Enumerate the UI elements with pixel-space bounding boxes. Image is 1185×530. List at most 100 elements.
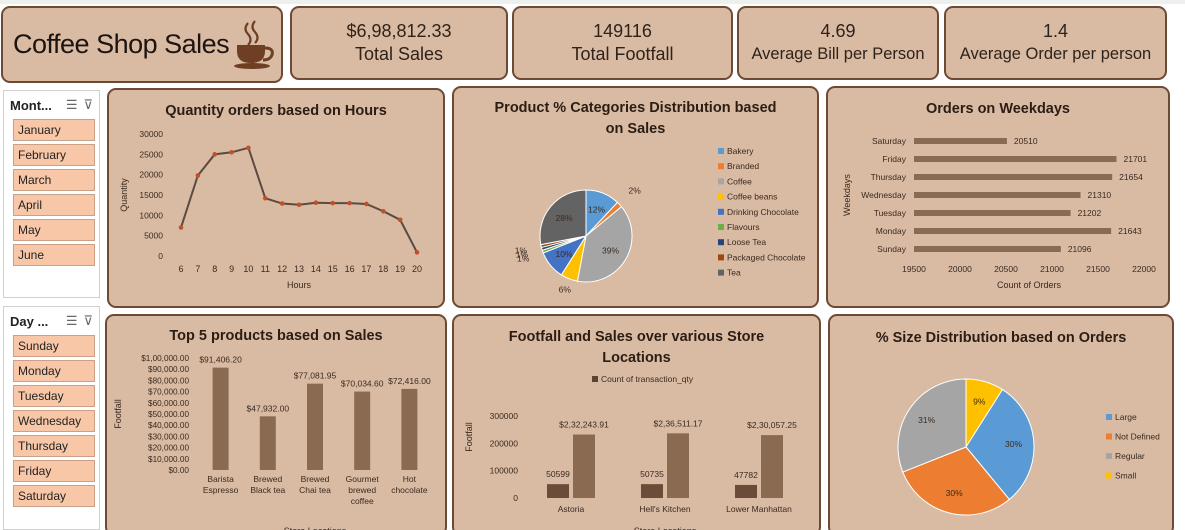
- kpi-value: 149116: [593, 21, 652, 41]
- clear-filter-icon[interactable]: ⊽: [83, 313, 93, 329]
- y-tick-label: 20000: [139, 170, 163, 180]
- legend-swatch: [718, 208, 724, 215]
- slicer-item-june[interactable]: June: [13, 244, 95, 266]
- bar-label: $72,416.00: [388, 376, 431, 386]
- kpi-total-sales: $6,98,812.33 Total Sales: [290, 6, 508, 80]
- data-point: [229, 150, 234, 155]
- x-tick-label: 17: [361, 264, 371, 274]
- bar-label: $47,932.00: [247, 403, 290, 413]
- bar: [735, 484, 757, 498]
- bar: [914, 174, 1113, 180]
- x-tick-label: Brewed: [301, 474, 330, 484]
- store-locations-chart-panel[interactable]: Footfall and Sales over various Store Lo…: [452, 314, 821, 530]
- kpi-value: 4.69: [820, 21, 856, 41]
- slice-label: 10%: [556, 249, 573, 259]
- x-tick-label: coffee: [351, 496, 374, 506]
- slicer-item-wednesday[interactable]: Wednesday: [13, 410, 95, 432]
- hourly-orders-chart-panel[interactable]: Quantity orders based on Hours 0 5000 1000…: [107, 88, 445, 308]
- y-tick-label: 5000: [144, 231, 163, 241]
- x-tick-label: 11: [261, 264, 270, 274]
- top-products-chart: $0.00 $10,000.00 $20,000.00 $30,000.00 $40,0…: [113, 354, 431, 530]
- x-tick-label: 18: [378, 264, 388, 274]
- kpi-value: 1.4: [1042, 21, 1069, 41]
- hourly-orders-chart: 0 5000 10000 15000 20000 25000 30000 6 7 8 9 10 11 12…: [119, 129, 422, 290]
- y-tick-label: 30000: [139, 129, 163, 139]
- y-tick-label: $20,000.00: [148, 444, 189, 453]
- legend-swatch: [718, 193, 724, 200]
- y-tick-label: $1,00,000.00: [141, 354, 189, 363]
- slicer-header: Mont...: [10, 97, 52, 113]
- legend-label: Bakery: [727, 146, 754, 156]
- kpi-label: Average Order per person: [959, 45, 1152, 63]
- slicer-item-february[interactable]: February: [13, 144, 95, 166]
- clear-filter-icon[interactable]: ⊽: [83, 97, 93, 113]
- legend-swatch: [1106, 453, 1112, 459]
- legend-label: Coffee beans: [727, 192, 777, 202]
- x-tick-label: Espresso: [203, 485, 239, 495]
- slicer-item-april[interactable]: April: [13, 194, 95, 216]
- dashboard-title: Coffee Shop Sales: [13, 29, 230, 59]
- bar: [641, 484, 663, 498]
- x-tick-label: chocolate: [391, 485, 428, 495]
- kpi-label: Average Bill per Person: [751, 45, 925, 63]
- slicer-item-march[interactable]: March: [13, 169, 95, 191]
- slicer-item-friday[interactable]: Friday: [13, 460, 95, 482]
- slice-label: 28%: [556, 213, 573, 223]
- x-tick-label: 21000: [1040, 264, 1064, 274]
- y-tick-label: Monday: [876, 226, 907, 236]
- legend-swatch: [1106, 433, 1112, 440]
- size-pie-chart-panel[interactable]: % Size Distribution based on Orders 9% 30…: [828, 314, 1174, 530]
- legend-swatch: [1106, 472, 1112, 479]
- slicer-item-monday[interactable]: Monday: [13, 360, 95, 382]
- size-pie-chart: 9% 30% 30% 31% Large Not Defined Regular Small: [897, 378, 1160, 516]
- sheet-gridline: [0, 0, 1185, 4]
- y-tick-label: Sunday: [877, 244, 907, 254]
- x-tick-label: 10: [243, 264, 253, 274]
- y-tick-label: $40,000.00: [148, 421, 189, 430]
- y-tick-label: 100000: [490, 466, 519, 476]
- x-tick-label: 9: [229, 264, 234, 274]
- slicer-item-saturday[interactable]: Saturday: [13, 485, 95, 507]
- top-products-chart-panel[interactable]: Top 5 products based on Sales $0.00 $10,0…: [105, 314, 447, 530]
- bar-label: $2,30,057.25: [747, 420, 797, 430]
- bar: [914, 228, 1112, 234]
- bar: [401, 388, 418, 470]
- legend-label: Tea: [727, 268, 741, 278]
- slicer-item-may[interactable]: May: [13, 219, 95, 241]
- bar-label: $91,406.20: [199, 355, 242, 365]
- data-point: [414, 250, 420, 255]
- multi-select-icon[interactable]: ☰: [66, 97, 78, 113]
- data-point: [380, 208, 386, 214]
- category-pie-chart-panel[interactable]: Product % Categories Distribution based …: [452, 86, 819, 308]
- slicer-item-sunday[interactable]: Sunday: [13, 335, 95, 357]
- bar: [914, 210, 1071, 216]
- bar-label: 50735: [640, 469, 664, 479]
- legend-label: Small: [1115, 471, 1136, 481]
- weekday-orders-chart-panel[interactable]: Orders on Weekdays 19500 20000 20500 21000 2…: [826, 86, 1170, 308]
- y-tick-label: 25000: [139, 149, 163, 159]
- y-tick-label: Tuesday: [874, 208, 907, 218]
- x-tick-label: Hot: [403, 474, 417, 484]
- slicer-item-january[interactable]: January: [13, 119, 95, 141]
- slicer-header: Day ...: [10, 313, 49, 329]
- bar-label: 21701: [1123, 154, 1147, 164]
- slice-label: 2%: [628, 185, 641, 195]
- bar-label: $2,32,243.91: [559, 420, 609, 430]
- legend-label: Regular: [1115, 451, 1145, 461]
- bar: [573, 434, 595, 498]
- legend-swatch: [718, 269, 724, 276]
- y-axis-label: Quantity: [119, 178, 129, 212]
- bar: [914, 246, 1061, 252]
- legend-label: Packaged Chocolate: [727, 252, 806, 262]
- slicer-item-tuesday[interactable]: Tuesday: [13, 385, 95, 407]
- multi-select-icon[interactable]: ☰: [66, 313, 78, 329]
- bar: [667, 433, 689, 498]
- kpi-label: Total Sales: [354, 44, 444, 64]
- y-tick-label: 0: [158, 251, 163, 261]
- y-tick-label: 0: [513, 493, 518, 503]
- x-tick-label: Barista: [207, 474, 234, 484]
- slicer-item-thursday[interactable]: Thursday: [13, 435, 95, 457]
- x-tick-label: 16: [345, 264, 355, 274]
- bar: [914, 192, 1081, 198]
- bar: [212, 367, 229, 470]
